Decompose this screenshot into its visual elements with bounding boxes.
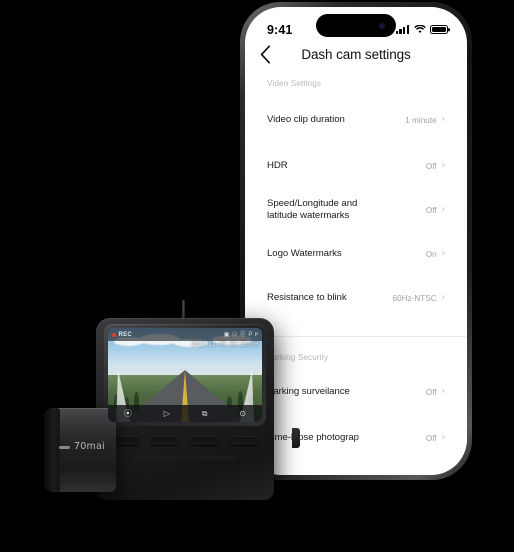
face-id-sensor-icon bbox=[379, 22, 385, 29]
row-label: Video clip duration bbox=[267, 113, 345, 125]
row-label: HDR bbox=[267, 159, 288, 171]
row-value: Off bbox=[425, 205, 437, 215]
record-dot-icon bbox=[112, 332, 116, 337]
dashcam-timestamp: 2023-11-01 06:16:00 bbox=[191, 341, 258, 348]
chevron-right-icon: › bbox=[441, 431, 445, 443]
dynamic-island bbox=[316, 14, 396, 37]
lens-accent-dash bbox=[59, 446, 70, 449]
wifi-icon bbox=[413, 25, 426, 33]
row-label: Speed/Longitude and latitude watermarks bbox=[267, 197, 358, 221]
row-value: Off bbox=[425, 387, 437, 397]
status-icon-group bbox=[395, 24, 448, 35]
dashcam-toolbar[interactable]: ⦿ ▷ ⧉ ⊙ bbox=[108, 405, 262, 422]
dashcam-rear-port bbox=[292, 428, 300, 448]
gallery-icon[interactable]: ⦿ bbox=[124, 409, 132, 418]
mic-icon: Ⓖ bbox=[239, 331, 246, 338]
row-right: Off › bbox=[425, 159, 445, 171]
dashcam-device: REC ▣ ⚇ Ⓖ P ᴘ 2023-11-01 06:16:00 ⦿ ▷ ⧉ bbox=[34, 300, 300, 515]
wifi-icon: ᴘ bbox=[254, 331, 258, 338]
chevron-right-icon: › bbox=[441, 291, 445, 303]
recording-indicator: REC bbox=[112, 332, 132, 338]
rec-label: REC bbox=[118, 331, 133, 338]
cellular-bars-icon bbox=[395, 25, 409, 34]
row-right: 1 minute › bbox=[405, 113, 445, 125]
battery-full-icon bbox=[430, 24, 448, 35]
record-icon[interactable]: ▷ bbox=[164, 409, 170, 418]
chevron-right-icon: › bbox=[441, 113, 445, 125]
status-time: 9:41 bbox=[267, 22, 293, 37]
row-right: Off › bbox=[425, 203, 445, 215]
row-label: Logo Watermarks bbox=[267, 247, 342, 259]
chevron-right-icon: › bbox=[441, 385, 445, 397]
dashcam-button-4[interactable] bbox=[230, 436, 260, 445]
chevron-right-icon: › bbox=[441, 203, 445, 215]
brand-logo: 70mai bbox=[74, 441, 105, 452]
row-value: 60Hz-NTSC bbox=[392, 293, 437, 303]
dashcam-button-row[interactable] bbox=[110, 436, 260, 445]
page-title: Dash cam settings bbox=[301, 46, 411, 62]
dashcam-status-icon-group: ▣ ⚇ Ⓖ P ᴘ bbox=[224, 332, 258, 338]
chevron-right-icon: › bbox=[441, 247, 445, 259]
dashcam-screen[interactable]: REC ▣ ⚇ Ⓖ P ᴘ 2023-11-01 06:16:00 ⦿ ▷ ⧉ bbox=[108, 328, 262, 422]
section-header-video-settings: Video Settings bbox=[267, 79, 322, 88]
row-right: 60Hz-NTSC › bbox=[392, 291, 445, 303]
parking-icon: ⚇ bbox=[231, 331, 238, 338]
photo-icon[interactable]: ⧉ bbox=[202, 409, 208, 418]
dashcam-status-bar: REC ▣ ⚇ Ⓖ P ᴘ bbox=[108, 328, 262, 341]
row-value: On bbox=[425, 249, 437, 259]
dashcam-screen-bezel: REC ▣ ⚇ Ⓖ P ᴘ 2023-11-01 06:16:00 ⦿ ▷ ⧉ bbox=[104, 324, 266, 426]
row-value: Off bbox=[425, 433, 437, 443]
dashcam-button-2[interactable] bbox=[150, 436, 180, 445]
row-video-clip-duration[interactable]: Video clip duration 1 minute › bbox=[245, 104, 467, 136]
dashcam-button-3[interactable] bbox=[190, 436, 220, 445]
parking-mode-icon: P bbox=[248, 331, 253, 338]
dashcam-lens-barrel: 70mai bbox=[44, 408, 116, 492]
row-hdr[interactable]: HDR Off › bbox=[245, 150, 467, 182]
product-composite-scene: 9:41 Dash cam settings Video Settings Vi… bbox=[0, 0, 514, 552]
row-logo-watermarks[interactable]: Logo Watermarks On › bbox=[245, 238, 467, 270]
sd-card-icon: ▣ bbox=[223, 331, 230, 338]
settings-icon[interactable]: ⊙ bbox=[239, 409, 246, 418]
row-speed-longitude-latitude-watermarks[interactable]: Speed/Longitude and latitude watermarks … bbox=[245, 194, 467, 226]
chevron-right-icon: › bbox=[441, 159, 445, 171]
row-right: Off › bbox=[425, 385, 445, 397]
row-value: 1 minute bbox=[405, 115, 437, 125]
lens-cap bbox=[44, 408, 60, 492]
row-value: Off bbox=[425, 161, 437, 171]
row-right: On › bbox=[425, 247, 445, 259]
row-right: Off › bbox=[425, 431, 445, 443]
dashcam-speaker-grille bbox=[134, 456, 234, 459]
